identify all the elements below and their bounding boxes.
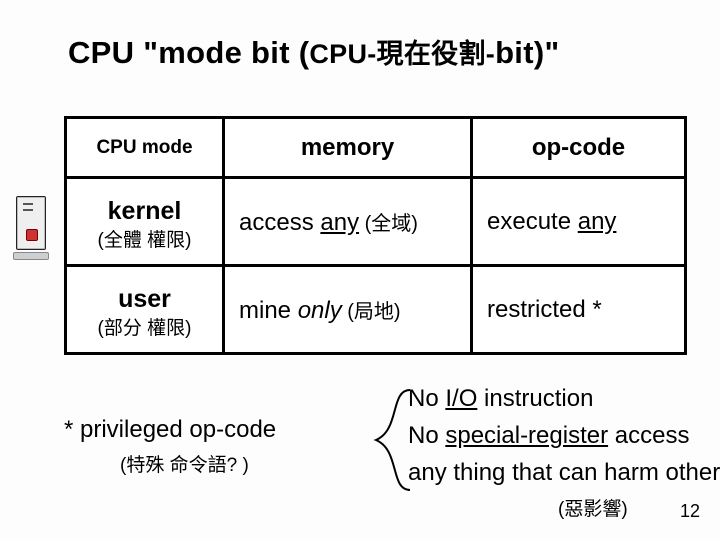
harm-annotation: (惡影響) bbox=[558, 494, 628, 521]
user-op-ast: * bbox=[592, 296, 601, 323]
privileged-label-sub: (特殊 命令語? ) bbox=[120, 450, 249, 477]
l2-pre: No bbox=[408, 422, 445, 449]
title-sub: CPU-現在役割- bbox=[309, 39, 495, 69]
row-label-kernel: kernel (全體 權限) bbox=[66, 178, 224, 266]
th-memory: memory bbox=[224, 118, 472, 178]
th-opcode: op-code bbox=[472, 118, 686, 178]
l1-io: I/O bbox=[445, 385, 477, 412]
table-row-kernel: kernel (全體 權限) access any (全域) execute a… bbox=[66, 178, 686, 266]
l2-post: access bbox=[608, 422, 689, 449]
kernel-op-pre: execute bbox=[487, 208, 578, 235]
user-mem-anno: (局地) bbox=[342, 301, 401, 323]
list-line-1: No I/O instruction bbox=[408, 380, 720, 417]
title-main: CPU "mode bit ( bbox=[68, 35, 309, 70]
computer-icon bbox=[16, 196, 50, 258]
l1-post: instruction bbox=[477, 385, 593, 412]
brace-icon bbox=[370, 380, 410, 500]
user-mem-only: only bbox=[298, 297, 342, 324]
l2-reg: special-register bbox=[445, 422, 608, 449]
restriction-list: No I/O instruction No special-register a… bbox=[408, 380, 720, 492]
kernel-mem-any: any bbox=[320, 209, 359, 236]
page-number: 12 bbox=[680, 501, 700, 522]
table-row-user: user (部分 權限) mine only (局地) restricted * bbox=[66, 266, 686, 354]
l1-pre: No bbox=[408, 385, 445, 412]
user-label: user bbox=[67, 285, 222, 314]
kernel-op-any: any bbox=[578, 208, 617, 235]
list-line-3: any thing that can harm others bbox=[408, 454, 720, 491]
user-op-pre: restricted bbox=[487, 296, 592, 323]
row-label-user: user (部分 權限) bbox=[66, 266, 224, 354]
privileged-label: * privileged op-code bbox=[64, 416, 276, 444]
title-tail: bit)" bbox=[495, 35, 559, 70]
kernel-label-sub: (全體 權限) bbox=[67, 230, 222, 252]
kernel-mem-pre: access bbox=[239, 209, 320, 236]
user-label-sub: (部分 權限) bbox=[67, 318, 222, 340]
list-line-2: No special-register access bbox=[408, 417, 720, 454]
kernel-opcode: execute any bbox=[473, 208, 684, 236]
kernel-label: kernel bbox=[67, 197, 222, 226]
cpu-mode-table: CPU mode memory op-code kernel (全體 權限) a… bbox=[64, 116, 687, 355]
kernel-memory: access any (全域) bbox=[225, 207, 470, 237]
slide: CPU "mode bit (CPU-現在役割-bit)" CPU mode m… bbox=[0, 0, 720, 540]
user-opcode: restricted * bbox=[473, 296, 684, 324]
th-mode: CPU mode bbox=[66, 118, 224, 178]
kernel-mem-anno: (全域) bbox=[359, 213, 418, 235]
user-mem-pre: mine bbox=[239, 297, 298, 324]
table-header-row: CPU mode memory op-code bbox=[66, 118, 686, 178]
slide-title: CPU "mode bit (CPU-現在役割-bit)" bbox=[68, 32, 559, 71]
user-memory: mine only (局地) bbox=[225, 295, 470, 325]
